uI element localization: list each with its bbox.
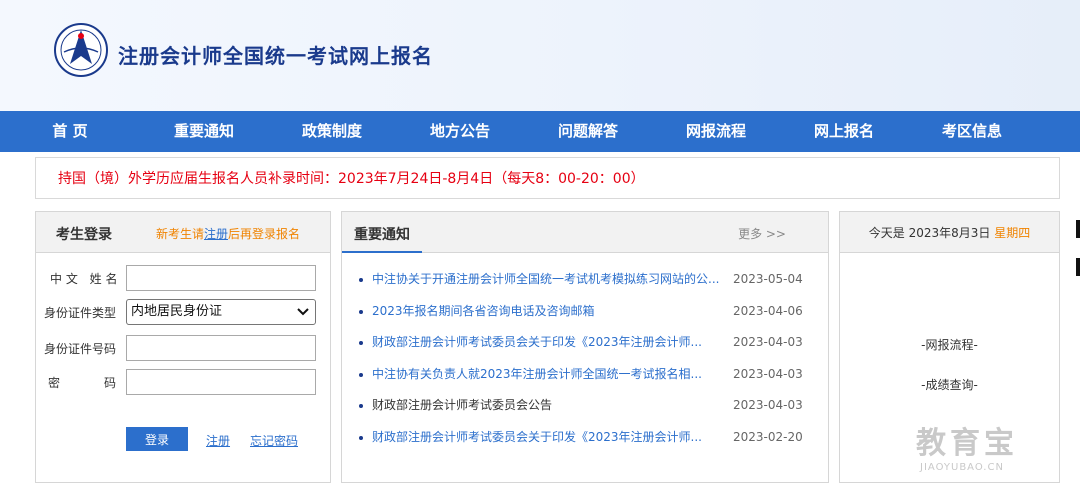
news-link[interactable]: 中注协关于开通注册会计师全国统一考试机考模拟练习网站的公... — [372, 264, 724, 296]
id-number-input[interactable] — [126, 335, 316, 361]
news-link[interactable]: 中注协有关负责人就2023年注册会计师全国统一考试报名相... — [372, 359, 724, 391]
forgot-password-link[interactable]: 忘记密码 — [250, 432, 298, 449]
site-header: 注册会计师全国统一考试网上报名 — [0, 0, 1080, 111]
news-date: 2023-04-03 — [733, 366, 803, 381]
password-label: 密 码 — [44, 374, 116, 391]
list-item: 财政部注册会计师考试委员会公告 2023-04-03 — [342, 390, 828, 422]
notice-banner[interactable]: 持国（境）外学历应届生报名人员补录时间：2023年7月24日-8月4日（每天8：… — [35, 157, 1060, 199]
list-item: 财政部注册会计师考试委员会关于印发《2023年注册会计师... 2023-04-… — [342, 327, 828, 359]
nav-online-registration[interactable]: 网上报名 — [780, 111, 908, 152]
name-row: 中 文 姓 名 — [44, 265, 334, 291]
news-date: 2023-04-03 — [733, 335, 803, 349]
nav-exam-area-info[interactable]: 考区信息 — [908, 111, 1036, 152]
bullet-icon — [359, 372, 363, 377]
bullet-icon — [359, 435, 363, 440]
news-panel-header: 重要通知 更多 >> — [342, 212, 828, 253]
name-label-b: 姓 名 — [89, 272, 118, 286]
news-date: 2023-02-20 — [733, 429, 803, 444]
edge-mark — [1076, 220, 1080, 238]
chevron-down-icon — [297, 303, 309, 329]
password-label-a: 密 — [48, 376, 61, 390]
bullet-icon — [359, 309, 363, 314]
bullet-icon — [359, 341, 363, 345]
id-type-select[interactable]: 内地居民身份证 — [126, 299, 316, 325]
main-nav: 首 页 重要通知 政策制度 地方公告 问题解答 网报流程 网上报名 考区信息 — [0, 111, 1080, 152]
register-link[interactable]: 注册 — [206, 432, 230, 449]
id-number-label: 身份证件号码 — [44, 342, 117, 356]
date-text: 今天是 2023年8月3日 — [868, 226, 995, 240]
id-type-label: 身份证件类型 — [44, 306, 117, 320]
register-hint-link[interactable]: 注册 — [204, 227, 228, 241]
nav-registration-process[interactable]: 网报流程 — [652, 111, 780, 152]
id-number-row: 身份证件号码 — [44, 335, 334, 361]
name-label: 中 文 姓 名 — [44, 270, 120, 287]
news-date: 2023-04-03 — [733, 398, 803, 412]
news-link[interactable]: 财政部注册会计师考试委员会关于印发《2023年注册会计师... — [372, 327, 724, 359]
name-input[interactable] — [126, 265, 316, 291]
news-link[interactable]: 2023年报名期间各省咨询电话及咨询邮箱 — [372, 296, 724, 328]
nav-home[interactable]: 首 页 — [0, 111, 140, 152]
id-type-row: 身份证件类型 内地居民身份证 — [44, 299, 334, 325]
register-hint: 新考生请注册后再登录报名 — [156, 225, 300, 242]
login-title: 考生登录 — [56, 227, 112, 243]
login-panel: 考生登录 新考生请注册后再登录报名 中 文 姓 名 身份证件类型 内地居民身份证… — [35, 211, 331, 483]
edge-mark — [1076, 258, 1080, 276]
id-type-value: 内地居民身份证 — [131, 304, 223, 319]
nav-important-notices[interactable]: 重要通知 — [140, 111, 268, 152]
list-item: 中注协有关负责人就2023年注册会计师全国统一考试报名相... 2023-04-… — [342, 359, 828, 391]
news-list: 中注协关于开通注册会计师全国统一考试机考模拟练习网站的公... 2023-05-… — [342, 264, 828, 453]
cicpa-logo-icon — [54, 23, 108, 77]
watermark: 教育宝 JIAOYUBAO.CN — [916, 418, 1066, 478]
news-more-link[interactable]: 更多 >> — [738, 225, 786, 242]
login-button[interactable]: 登录 — [126, 427, 188, 451]
nav-local-announcements[interactable]: 地方公告 — [396, 111, 524, 152]
weekday-text: 星期四 — [994, 226, 1031, 240]
password-input[interactable] — [126, 369, 316, 395]
news-title: 重要通知 — [354, 227, 410, 243]
nav-faq[interactable]: 问题解答 — [524, 111, 652, 152]
list-item: 2023年报名期间各省咨询电话及咨询邮箱 2023-04-06 — [342, 296, 828, 328]
list-item: 中注协关于开通注册会计师全国统一考试机考模拟练习网站的公... 2023-05-… — [342, 264, 828, 296]
register-hint-prefix: 新考生请 — [156, 227, 205, 241]
news-link[interactable]: 财政部注册会计师考试委员会关于印发《2023年注册会计师... — [372, 422, 724, 454]
password-row: 密 码 — [44, 369, 334, 395]
login-panel-header: 考生登录 新考生请注册后再登录报名 — [36, 212, 330, 253]
watermark-domain: JIAOYUBAO.CN — [920, 462, 1004, 473]
nav-policies[interactable]: 政策制度 — [268, 111, 396, 152]
edge-marks — [1076, 220, 1080, 296]
watermark-text: 教育宝 — [916, 426, 1018, 461]
site-title: 注册会计师全国统一考试网上报名 — [118, 44, 433, 68]
name-label-a: 中 文 — [50, 272, 78, 286]
news-panel: 重要通知 更多 >> 中注协关于开通注册会计师全国统一考试机考模拟练习网站的公.… — [341, 211, 829, 483]
password-label-b: 码 — [103, 376, 116, 390]
date-panel-header: 今天是 2023年8月3日 星期四 — [840, 212, 1059, 253]
current-date: 今天是 2023年8月3日 星期四 — [840, 224, 1059, 241]
news-date: 2023-05-04 — [733, 272, 803, 286]
registration-process-link[interactable]: -网报流程- — [840, 336, 1059, 353]
news-date: 2023-04-06 — [733, 303, 803, 318]
news-title-underline — [342, 251, 422, 253]
bullet-icon — [359, 278, 363, 282]
score-query-link[interactable]: -成绩查询- — [840, 376, 1059, 393]
news-link[interactable]: 财政部注册会计师考试委员会公告 — [372, 390, 724, 422]
register-hint-suffix: 后再登录报名 — [228, 227, 301, 241]
bullet-icon — [359, 404, 363, 408]
list-item: 财政部注册会计师考试委员会关于印发《2023年注册会计师... 2023-02-… — [342, 422, 828, 454]
